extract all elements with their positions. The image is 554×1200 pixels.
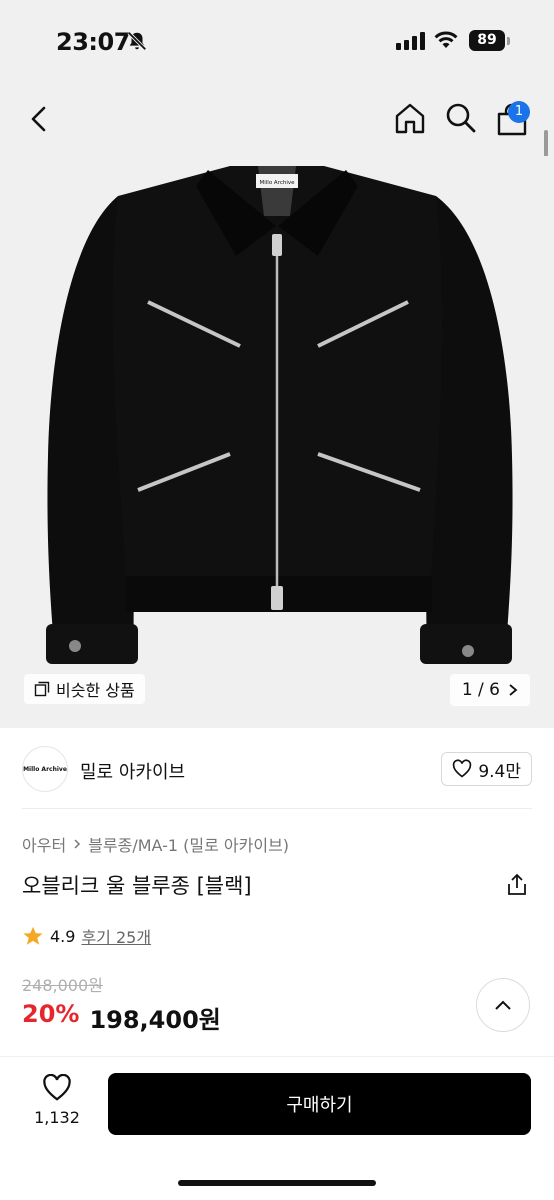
cellular-signal-icon: [396, 32, 425, 50]
chevron-right-icon: [74, 839, 81, 849]
jacket-label-text: Millo Archive: [259, 180, 295, 186]
breadcrumb-subcategory[interactable]: 블루종/MA-1 (밀로 아카이브): [88, 832, 289, 856]
silent-bell-icon: [127, 31, 147, 51]
sale-price: 198,400원: [89, 1006, 221, 1034]
original-price: 248,000원: [22, 976, 103, 995]
wifi-icon: [434, 31, 458, 48]
home-icon[interactable]: [392, 100, 428, 136]
rating-value: 4.9: [50, 926, 76, 946]
scroll-to-top-button[interactable]: [476, 978, 530, 1032]
similar-products-label: 비슷한 상품: [56, 681, 135, 700]
similar-products-button[interactable]: 비슷한 상품: [24, 674, 145, 704]
breadcrumb-category[interactable]: 아우터: [22, 832, 66, 856]
battery-indicator: 89: [469, 30, 505, 51]
wishlist-button[interactable]: 1,132: [30, 1074, 84, 1127]
brand-like-button[interactable]: 9.4만: [441, 752, 532, 786]
cart-count-badge: 1: [508, 101, 530, 123]
chevron-right-icon: [509, 684, 518, 696]
back-arrow-icon[interactable]: [22, 102, 56, 136]
discount-rate: 20%: [22, 1000, 80, 1028]
top-navigation: 1: [0, 80, 554, 156]
share-icon[interactable]: [504, 872, 530, 898]
brand-logo[interactable]: Millo Archive: [22, 746, 68, 792]
review-count-link[interactable]: 후기 25개: [81, 924, 151, 948]
battery-cap: [507, 37, 510, 45]
rating-summary: 4.9 후기 25개: [22, 924, 151, 948]
wishlist-count: 1,132: [34, 1108, 80, 1127]
search-icon[interactable]: [443, 100, 479, 136]
similar-items-icon: [34, 681, 50, 697]
gallery-page-indicator[interactable]: 1 / 6: [449, 674, 530, 706]
buy-button[interactable]: 구매하기: [108, 1073, 531, 1135]
brand-like-count: 9.4만: [478, 761, 521, 782]
product-image-gallery[interactable]: Millo Archive 비슷한 상품 1 / 6: [0, 156, 554, 728]
star-icon: [23, 926, 43, 945]
breadcrumb: 아우터 블루종/MA-1 (밀로 아카이브): [22, 832, 289, 856]
bottom-bar-divider: [0, 1056, 554, 1057]
brand-row: Millo Archive 밀로 아카이브 9.4만: [0, 744, 554, 808]
chevron-up-icon: [495, 1000, 511, 1010]
brand-name-link[interactable]: 밀로 아카이브: [80, 758, 185, 784]
home-indicator[interactable]: [178, 1180, 376, 1186]
page-indicator-text: 1 / 6: [461, 680, 500, 700]
heart-outline-icon: [43, 1074, 71, 1101]
status-time: 23:07: [56, 28, 130, 56]
brand-logo-text: Millo Archive: [23, 765, 67, 773]
section-divider: [22, 808, 532, 809]
product-title: 오블리크 울 블루종 [블랙]: [22, 874, 252, 898]
status-bar: 23:07 89: [0, 0, 554, 80]
price-row: 20% 198,400원: [22, 1000, 221, 1035]
product-photo-black-jacket: Millo Archive: [46, 166, 513, 664]
heart-outline-icon: [453, 759, 472, 778]
